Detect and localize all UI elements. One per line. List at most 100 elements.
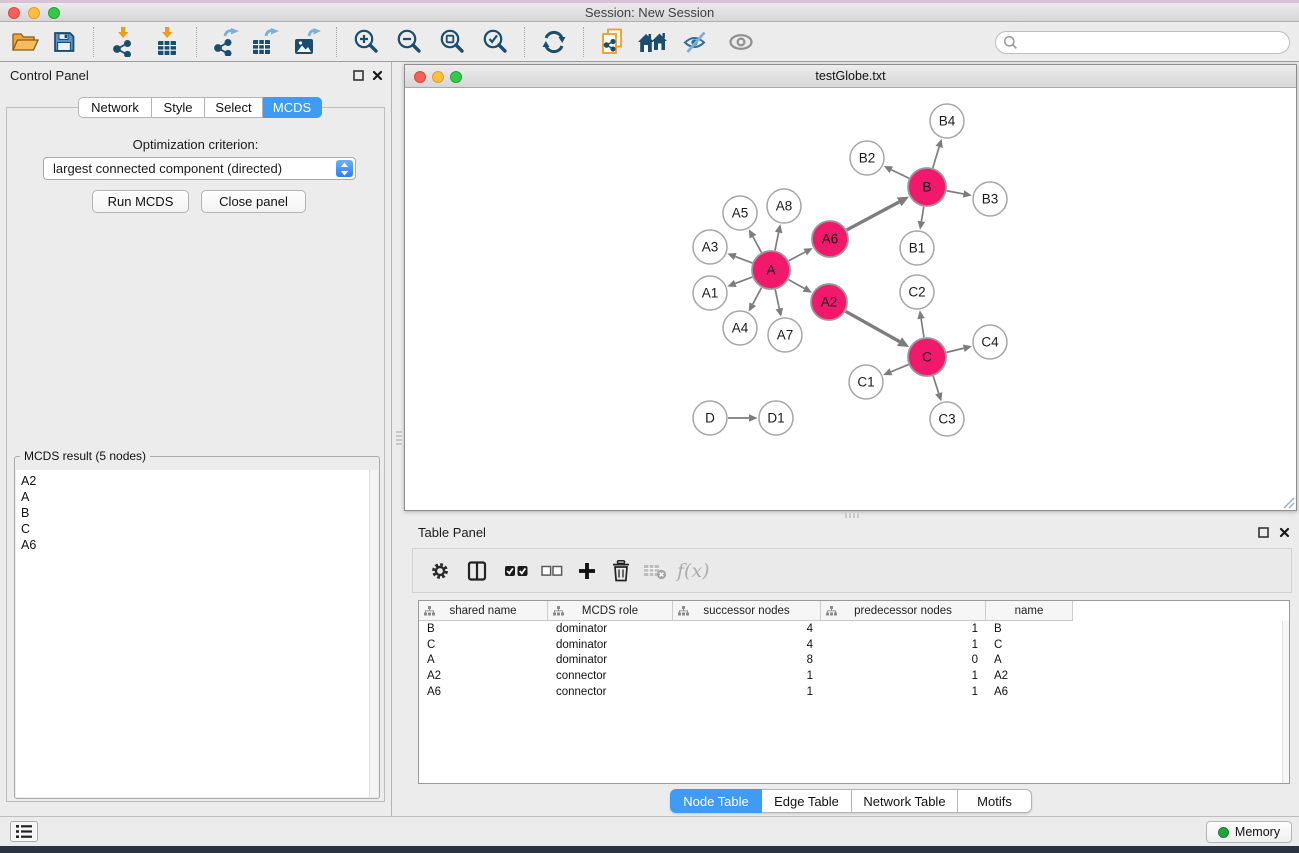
zoom-fit-button[interactable]	[435, 25, 469, 59]
graph-node-B4[interactable]: B4	[930, 104, 964, 138]
criterion-dropdown[interactable]: largest connected component (directed)	[43, 157, 356, 180]
graph-node-C4[interactable]: C4	[973, 325, 1007, 359]
refresh-button[interactable]	[537, 25, 571, 59]
save-session-button[interactable]	[47, 25, 81, 59]
main-titlebar[interactable]: Session: New Session	[0, 3, 1299, 22]
show-all-button[interactable]	[724, 25, 758, 59]
select-all-columns-button[interactable]	[504, 556, 529, 586]
export-image-button[interactable]	[290, 25, 324, 59]
column-header-predecessor-nodes[interactable]: predecessor nodes	[821, 601, 986, 621]
graph-node-B1[interactable]: B1	[900, 231, 934, 265]
graph-edge-C-C4[interactable]	[946, 348, 963, 352]
graph-node-A6[interactable]: A6	[812, 221, 848, 257]
control-tab-style[interactable]: Style	[152, 97, 205, 118]
float-panel-icon[interactable]	[353, 70, 364, 81]
graph-edge-A-A5[interactable]	[753, 237, 762, 253]
show-columns-button[interactable]	[466, 556, 488, 586]
graph-node-A7[interactable]: A7	[768, 318, 802, 352]
graph-node-C3[interactable]: C3	[930, 402, 964, 436]
splitter-handle-horizontal[interactable]	[845, 513, 860, 518]
close-panel-button[interactable]: Close panel	[201, 190, 306, 213]
zoom-out-button[interactable]	[392, 25, 426, 59]
graph-edge-A-A8[interactable]	[775, 232, 779, 250]
table-row[interactable]: Cdominator41C	[419, 637, 1289, 653]
search-input[interactable]	[995, 31, 1290, 54]
import-table-button[interactable]	[150, 25, 184, 59]
column-header-name[interactable]: name	[986, 601, 1073, 621]
graph-node-A4[interactable]: A4	[723, 311, 757, 345]
float-panel-icon[interactable]	[1258, 527, 1269, 538]
graph-node-A[interactable]: A	[752, 251, 790, 289]
graph-edge-B-B1[interactable]	[921, 207, 923, 222]
zoom-in-button[interactable]	[349, 25, 383, 59]
graph-node-A3[interactable]: A3	[693, 230, 727, 264]
graph-node-D1[interactable]: D1	[759, 401, 793, 435]
graph-edge-B-B2[interactable]	[891, 170, 909, 179]
new-network-from-selection-button[interactable]	[596, 25, 630, 59]
table-tab-edge-table[interactable]: Edge Table	[762, 789, 852, 813]
mcds-result-item[interactable]: A6	[21, 537, 378, 553]
open-session-button[interactable]	[8, 25, 42, 59]
graph-node-B[interactable]: B	[908, 168, 946, 206]
graph-edge-A-A2[interactable]	[789, 280, 805, 289]
graph-edge-C-C3[interactable]	[933, 376, 939, 393]
table-options-button[interactable]	[429, 556, 451, 586]
graph-node-B2[interactable]: B2	[850, 141, 884, 175]
first-neighbors-button[interactable]	[636, 25, 670, 59]
graph-edge-A6-B[interactable]	[847, 202, 899, 230]
hide-selected-button[interactable]	[679, 25, 713, 59]
graph-edge-A-A7[interactable]	[775, 290, 779, 309]
control-tab-mcds[interactable]: MCDS	[263, 97, 322, 118]
table-row[interactable]: A6connector11A6	[419, 684, 1289, 700]
mcds-result-list[interactable]: A2ABCA6	[16, 470, 378, 797]
import-network-button[interactable]	[106, 25, 140, 59]
table-row[interactable]: Adominator80A	[419, 653, 1289, 669]
network-window-titlebar[interactable]: testGlobe.txt	[405, 65, 1296, 88]
apply-function-button[interactable]: f(x)	[677, 556, 710, 586]
export-table-button[interactable]	[248, 25, 282, 59]
table-row[interactable]: Bdominator41B	[419, 621, 1289, 637]
table-tab-motifs[interactable]: Motifs	[958, 789, 1032, 813]
graph-node-A2[interactable]: A2	[811, 284, 847, 320]
mcds-result-item[interactable]: B	[21, 505, 378, 521]
run-mcds-button[interactable]: Run MCDS	[92, 190, 189, 213]
mcds-result-item[interactable]: A	[21, 489, 378, 505]
mcds-result-item[interactable]: A2	[21, 473, 378, 489]
graph-edge-B-B4[interactable]	[933, 147, 939, 168]
export-network-button[interactable]	[209, 25, 243, 59]
graph-node-C1[interactable]: C1	[849, 365, 883, 399]
graph-node-A5[interactable]: A5	[723, 196, 757, 230]
mcds-result-scrollbar[interactable]	[369, 470, 378, 797]
control-tab-network[interactable]: Network	[78, 97, 152, 118]
graph-edge-C-C1[interactable]	[891, 365, 909, 372]
create-column-button[interactable]	[577, 556, 597, 586]
graph-node-A1[interactable]: A1	[693, 276, 727, 310]
graph-node-A8[interactable]: A8	[767, 189, 801, 223]
graph-edge-A-A6[interactable]	[789, 252, 806, 261]
unselect-all-columns-button[interactable]	[541, 556, 563, 586]
table-row[interactable]: A2connector11A2	[419, 668, 1289, 684]
graph-edge-A-A1[interactable]	[735, 277, 752, 283]
close-panel-icon[interactable]	[372, 70, 383, 81]
column-header-successor-nodes[interactable]: successor nodes	[673, 601, 821, 621]
graph-edge-A2-C[interactable]	[846, 311, 900, 341]
table-tab-node-table[interactable]: Node Table	[670, 789, 762, 813]
delete-columns-button[interactable]	[611, 556, 631, 586]
column-header-shared-name[interactable]: shared name	[419, 601, 548, 621]
task-history-button[interactable]	[10, 821, 38, 842]
column-header-MCDS-role[interactable]: MCDS role	[548, 601, 673, 621]
graph-node-C2[interactable]: C2	[900, 275, 934, 309]
memory-button[interactable]: Memory	[1206, 821, 1292, 843]
table-tab-network-table[interactable]: Network Table	[852, 789, 958, 813]
graph-edge-A-A4[interactable]	[753, 288, 762, 305]
delete-table-button[interactable]	[643, 556, 667, 586]
graph-node-C[interactable]: C	[908, 338, 946, 376]
graph-node-B3[interactable]: B3	[973, 182, 1007, 216]
graph-node-D[interactable]: D	[693, 401, 727, 435]
node-table-scrollbar[interactable]	[1282, 621, 1289, 783]
graph-edge-C-C2[interactable]	[921, 319, 924, 338]
graph-edge-A-A3[interactable]	[735, 257, 752, 263]
splitter-handle-vertical[interactable]	[396, 431, 402, 446]
zoom-selected-button[interactable]	[478, 25, 512, 59]
resize-grip-icon[interactable]	[1283, 497, 1295, 509]
